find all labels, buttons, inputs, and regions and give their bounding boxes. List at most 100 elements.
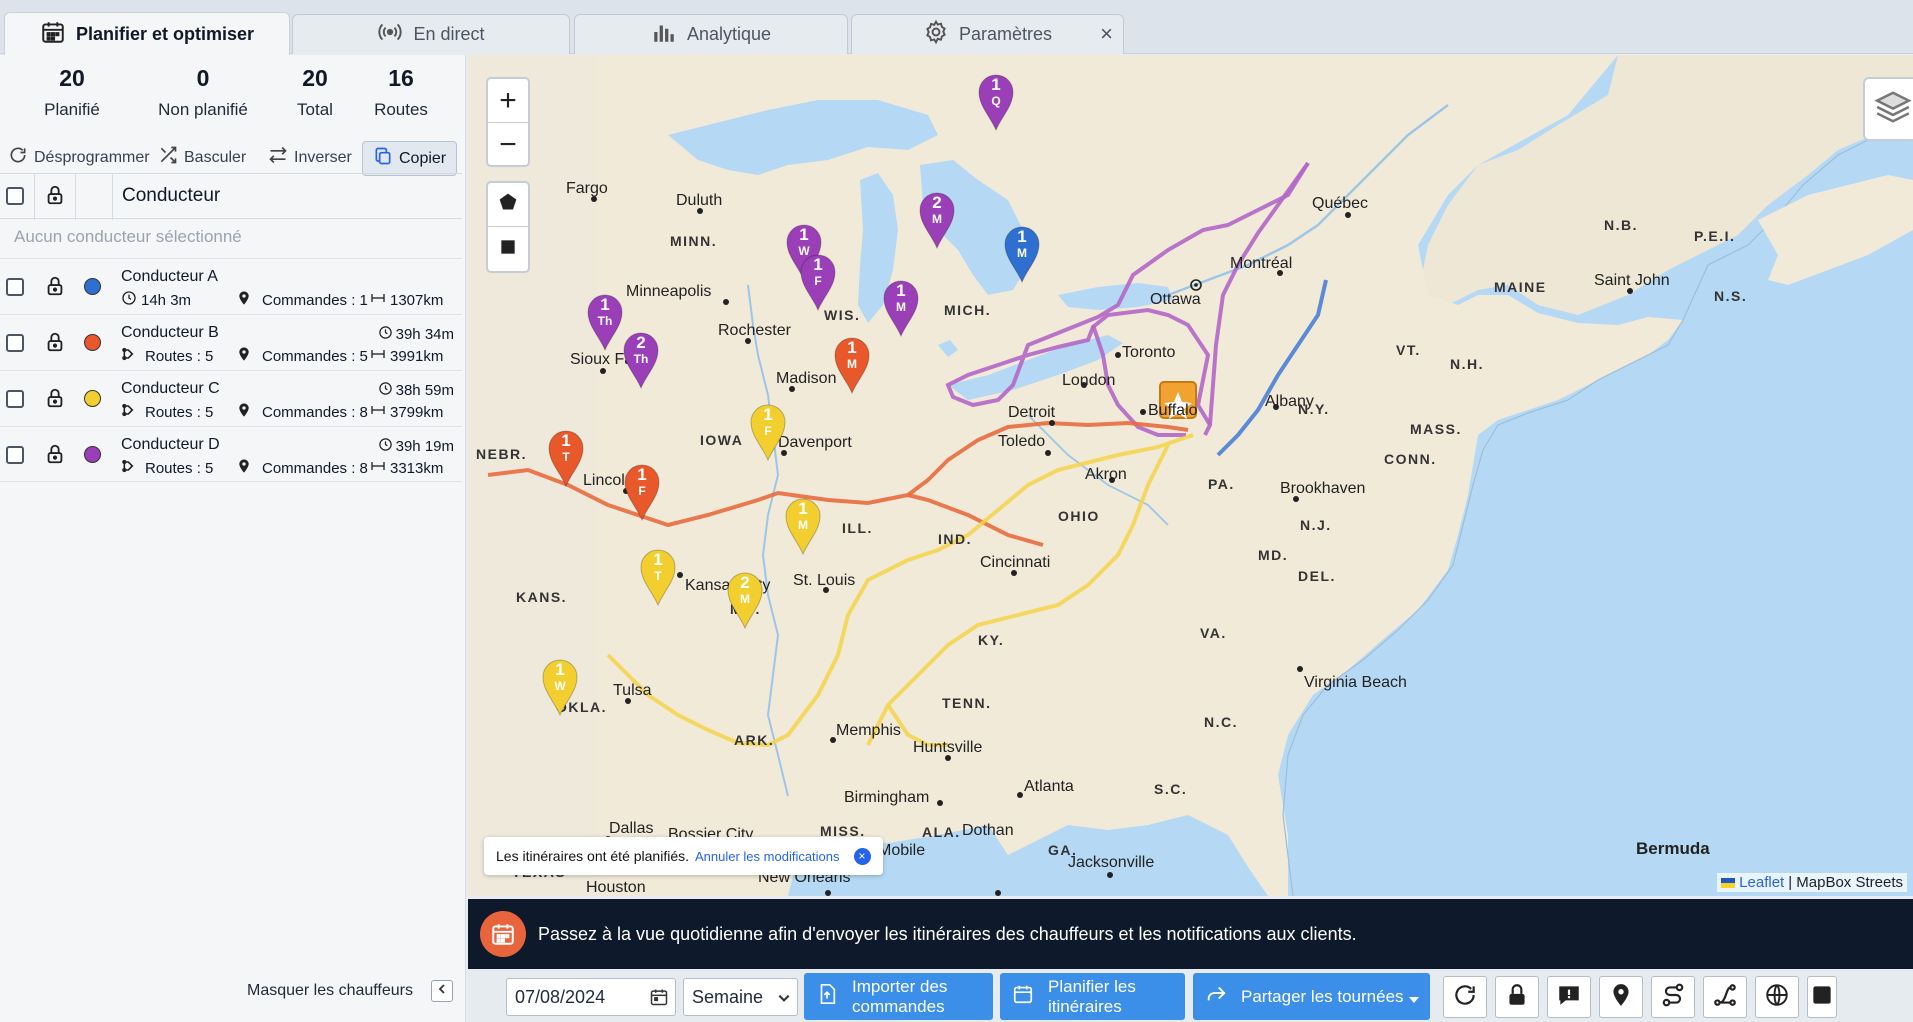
- driver-checkbox[interactable]: [6, 446, 24, 464]
- stat-value: 20: [302, 65, 328, 91]
- tab-live[interactable]: En direct: [292, 14, 570, 54]
- refresh-button[interactable]: [1443, 976, 1487, 1018]
- lock-icon[interactable]: [44, 443, 66, 470]
- map-canvas[interactable]: Fargo Duluth Minneapolis Rochester Sioux…: [468, 55, 1913, 896]
- pin-number: 1: [637, 465, 646, 484]
- zoom-out-button[interactable]: −: [488, 123, 528, 167]
- more-button[interactable]: [1807, 976, 1837, 1018]
- driver-row-d[interactable]: Conducteur D 39h 19m Routes : 5 Commande…: [0, 426, 462, 482]
- globe-button[interactable]: [1755, 976, 1799, 1018]
- info-banner: Passez à la vue quotidienne afin d'envoy…: [468, 899, 1913, 969]
- pin-day: M: [932, 212, 942, 226]
- split-route-button[interactable]: [1703, 976, 1747, 1018]
- map-pin-icon: [236, 290, 252, 310]
- clock-icon: [378, 381, 393, 400]
- state-label: ARK.: [734, 732, 774, 748]
- draw-rectangle-button[interactable]: [488, 227, 528, 271]
- calendar-icon: [40, 19, 66, 50]
- city-label: Bermuda: [1636, 839, 1710, 858]
- lock-icon[interactable]: [44, 331, 66, 358]
- lock-icon[interactable]: [44, 184, 66, 211]
- driver-checkbox[interactable]: [6, 390, 24, 408]
- tab-label: Planifier et optimiser: [75, 23, 255, 44]
- city-label: Ottawa: [1150, 291, 1201, 308]
- plan-routes-button[interactable]: Planifier les itinéraires: [1000, 973, 1185, 1020]
- unschedule-button[interactable]: Désprogrammer: [8, 145, 150, 170]
- state-label: N.J.: [1300, 517, 1332, 533]
- import-orders-button[interactable]: Importer des commandes: [804, 973, 993, 1020]
- share-routes-button[interactable]: Partager les tournées: [1193, 973, 1430, 1020]
- close-notification-icon[interactable]: ×: [853, 847, 871, 865]
- bottom-toolbar: 07/08/2024 Semaine Importer des commande…: [468, 970, 1913, 1022]
- state-label: NEBR.: [476, 446, 527, 462]
- pin-number: 1: [555, 660, 564, 679]
- driver-column-header: Conducteur: [122, 185, 221, 206]
- pin-number: 1: [896, 281, 905, 300]
- layers-button[interactable]: [1863, 77, 1913, 141]
- route-path-icon: [1660, 982, 1686, 1013]
- pin-day: M: [798, 518, 808, 532]
- driver-duration: 39h 19m: [378, 437, 454, 456]
- tab-plan-optimize[interactable]: Planifier et optimiser: [4, 12, 290, 55]
- city-label: Virginia Beach: [1304, 674, 1407, 691]
- lock-button[interactable]: [1495, 976, 1539, 1018]
- column-divider: [34, 174, 35, 220]
- city-label: Memphis: [836, 722, 901, 739]
- driver-color-dot: [84, 278, 101, 295]
- copy-button[interactable]: Copier: [362, 141, 458, 176]
- state-label: WIS.: [824, 307, 860, 323]
- lock-icon[interactable]: [44, 387, 66, 414]
- driver-row-b[interactable]: Conducteur B 39h 34m Routes : 5 Commande…: [0, 314, 462, 370]
- orders-value: Commandes : 1: [262, 291, 368, 309]
- pin-number: 1: [799, 225, 808, 244]
- draw-control[interactable]: [486, 181, 530, 273]
- driver-checkbox[interactable]: [6, 334, 24, 352]
- zoom-control[interactable]: + −: [486, 77, 530, 167]
- pin-day: Th: [634, 352, 649, 366]
- select-all-checkbox[interactable]: [6, 187, 24, 205]
- reverse-label: Inverser: [294, 148, 352, 166]
- driver-checkbox[interactable]: [6, 278, 24, 296]
- pin-number: 2: [740, 573, 749, 592]
- pin-day: F: [814, 274, 821, 288]
- reverse-button[interactable]: Inverser: [268, 145, 352, 170]
- tab-settings[interactable]: Paramètres ×: [851, 14, 1124, 54]
- leaflet-link[interactable]: Leaflet: [1739, 874, 1784, 891]
- driver-distance: 1307km: [370, 290, 443, 310]
- pin-number: 1: [653, 550, 662, 569]
- feedback-button[interactable]: [1547, 976, 1591, 1018]
- close-icon[interactable]: ×: [1100, 23, 1113, 45]
- route-path-button[interactable]: [1651, 976, 1695, 1018]
- draw-polygon-button[interactable]: [488, 183, 528, 227]
- location-button[interactable]: [1599, 976, 1643, 1018]
- duration-value: 38h 59m: [395, 382, 454, 399]
- hide-drivers-label: Masquer les chauffeurs: [246, 982, 413, 999]
- driver-row-a[interactable]: Conducteur A 14h 3m Commandes : 1 1307km: [0, 258, 462, 314]
- tab-analytics[interactable]: Analytique: [574, 14, 848, 54]
- state-label: MINN.: [670, 233, 717, 249]
- zoom-in-button[interactable]: +: [488, 79, 528, 123]
- map-view[interactable]: Fargo Duluth Minneapolis Rochester Sioux…: [468, 55, 1913, 896]
- collapse-panel-button[interactable]: [431, 980, 453, 1002]
- toggle-button[interactable]: Basculer: [158, 145, 246, 170]
- caret-down-icon[interactable]: [1408, 991, 1419, 1003]
- distance-icon: [370, 458, 386, 478]
- state-label: N.C.: [1204, 714, 1238, 730]
- city-label: Huntsville: [913, 739, 982, 756]
- column-divider: [75, 174, 76, 220]
- route-icon: [121, 346, 137, 366]
- date-input[interactable]: 07/08/2024: [506, 978, 676, 1016]
- city-label: Detroit: [1008, 404, 1056, 421]
- state-label: S.C.: [1154, 781, 1187, 797]
- period-select[interactable]: Semaine: [683, 978, 798, 1016]
- state-label: PA.: [1208, 476, 1235, 492]
- hide-drivers-control[interactable]: Masquer les chauffeurs: [247, 980, 453, 1002]
- clock-icon: [378, 325, 393, 344]
- pin-day: F: [764, 424, 771, 438]
- import-label: Importer des commandes: [852, 976, 948, 1016]
- lock-icon[interactable]: [44, 275, 66, 302]
- driver-row-c[interactable]: Conducteur C 38h 59m Routes : 5 Commande…: [0, 370, 462, 426]
- undo-changes-link[interactable]: Annuler les modifications: [695, 849, 840, 864]
- shuffle-icon: [158, 145, 178, 170]
- distance-value: 3991km: [390, 347, 444, 365]
